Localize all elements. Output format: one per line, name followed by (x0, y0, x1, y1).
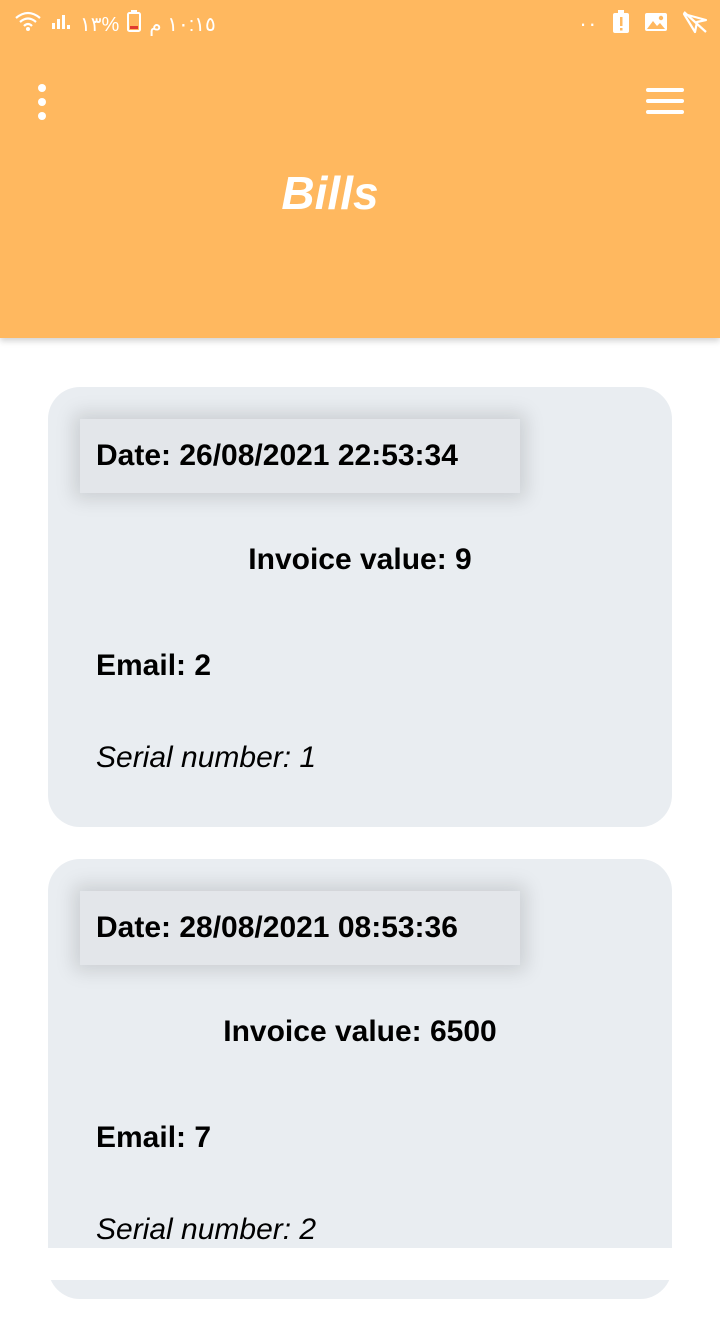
bill-serial-number: Serial number: 1 (96, 741, 317, 774)
bill-card[interactable]: Date: 28/08/2021 08:53:36 Invoice value:… (48, 859, 672, 1299)
bill-invoice-value: Invoice value: 6500 (223, 1015, 497, 1048)
status-right: ·· (579, 9, 708, 39)
bill-date: Date: 26/08/2021 22:53:34 (80, 419, 520, 493)
bills-list: Date: 26/08/2021 22:53:34 Invoice value:… (48, 387, 672, 1331)
overflow-menu-icon[interactable] (26, 84, 58, 120)
battery-icon (127, 10, 142, 38)
image-icon (644, 11, 668, 38)
location-off-icon (682, 10, 708, 39)
bill-email: Email: 7 (96, 1121, 212, 1154)
bill-invoice-value: Invoice value: 9 (248, 543, 472, 576)
status-bar: ١٠:١٥ م %١٣ ·· (0, 0, 720, 48)
bill-date: Date: 28/08/2021 08:53:36 (80, 891, 520, 965)
status-dots: ·· (579, 11, 598, 36)
hamburger-menu-icon[interactable] (646, 88, 684, 114)
signal-icon (50, 11, 72, 37)
bill-serial-number: Serial number: 2 (96, 1213, 317, 1246)
bill-card[interactable]: Date: 26/08/2021 22:53:34 Invoice value:… (48, 387, 672, 827)
battery-percent: %١٣ (80, 13, 120, 36)
alert-icon (612, 9, 630, 39)
app-header: ١٠:١٥ م %١٣ ·· Bills (0, 0, 720, 338)
status-time: ١٠:١٥ م (149, 13, 216, 36)
bottom-edge (0, 1248, 720, 1280)
status-left: ١٠:١٥ م %١٣ (14, 10, 216, 38)
wifi-icon (14, 10, 42, 38)
page-title: Bills (281, 167, 379, 219)
bill-email: Email: 2 (96, 649, 212, 682)
